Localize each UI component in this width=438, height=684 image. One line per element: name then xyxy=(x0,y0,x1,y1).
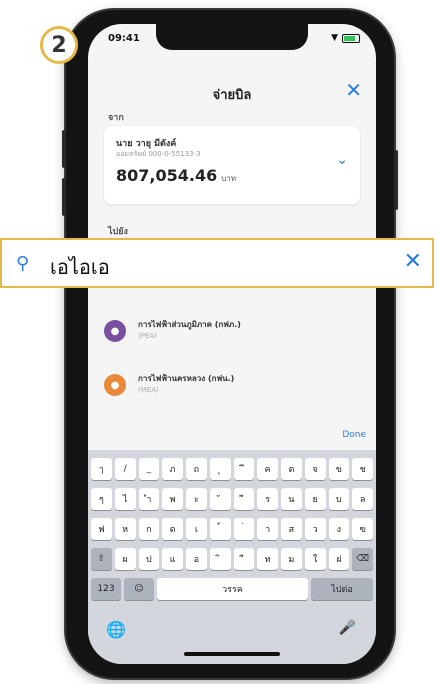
biller-code: (MEA) xyxy=(138,386,159,394)
biller-search-field[interactable]: ⚲ เอไอเอ ✕ xyxy=(0,238,434,288)
close-icon[interactable]: ✕ xyxy=(345,78,362,102)
keyboard-key[interactable]: ⌫ xyxy=(352,548,373,570)
keyboard-key[interactable]: ผ xyxy=(114,548,136,570)
keyboard-key[interactable]: ึ xyxy=(233,458,255,480)
keyboard-key[interactable]: ื xyxy=(233,548,255,570)
keyboard-key[interactable]: ฝ xyxy=(328,548,350,570)
status-time: 09:41 xyxy=(108,33,140,44)
account-balance: 807,054.46 บาท xyxy=(116,166,236,185)
keyboard-key[interactable]: ส xyxy=(281,518,302,540)
clear-search-icon[interactable]: ✕ xyxy=(404,249,422,274)
biller-item-pea[interactable]: ● การไฟฟ้าส่วนภูมิภาค (กฟภ.) (PEA) xyxy=(104,314,360,354)
keyboard-key[interactable]: ด xyxy=(162,518,183,540)
keyboard-row-bottom: 123 ☺ วรรค ไปต่อ xyxy=(91,578,373,600)
keyboard-key[interactable]: ภ xyxy=(162,458,183,480)
keyboard-key[interactable]: ี xyxy=(233,488,255,510)
microphone-icon[interactable]: 🎤 xyxy=(339,620,356,636)
home-indicator xyxy=(184,652,280,656)
volume-down-button xyxy=(62,178,66,216)
emoji-key-icon[interactable]: ☺ xyxy=(124,578,154,600)
keyboard-key[interactable]: พ xyxy=(162,488,183,510)
keyboard-key[interactable]: ฟ xyxy=(91,518,112,540)
keyboard-key[interactable]: น xyxy=(281,488,302,510)
keyboard-key[interactable]: ไ xyxy=(114,488,136,510)
from-label: จาก xyxy=(108,113,124,123)
keyboard-key[interactable]: _ xyxy=(138,458,160,480)
numbers-key[interactable]: 123 xyxy=(91,578,121,600)
keyboard-key[interactable]: ้ xyxy=(209,518,231,540)
keyboard-key[interactable]: / xyxy=(114,458,136,480)
balance-value: 807,054.46 xyxy=(116,166,218,185)
keyboard-key[interactable]: บ xyxy=(328,488,350,510)
power-button xyxy=(394,150,398,210)
balance-currency: บาท xyxy=(221,174,237,183)
status-icons: ▼ xyxy=(331,33,360,43)
globe-icon[interactable]: 🌐 xyxy=(106,620,126,639)
to-label: ไปยัง xyxy=(108,227,128,237)
keyboard-key[interactable]: ั xyxy=(209,488,231,510)
volume-up-button xyxy=(62,130,66,168)
biller-name: การไฟฟ้าส่วนภูมิภาค (กฟภ.) xyxy=(138,320,241,329)
return-key[interactable]: ไปต่อ xyxy=(311,578,373,600)
keyboard-done-button[interactable]: Done xyxy=(342,430,366,440)
chevron-down-icon[interactable]: ⌄ xyxy=(336,152,348,168)
keyboard-row-2: ๆไำพะัีรนยบล xyxy=(91,488,373,510)
biller-name: การไฟฟ้านครหลวง (กฟน.) xyxy=(138,374,235,383)
biller-code: (PEA) xyxy=(138,332,157,340)
keyboard-key[interactable]: ว xyxy=(304,518,326,540)
pea-logo-icon: ● xyxy=(104,320,126,342)
keyboard-key[interactable]: ะ xyxy=(186,488,207,510)
keyboard-key[interactable]: ห xyxy=(114,518,136,540)
keyboard-key[interactable]: ม xyxy=(281,548,302,570)
space-key[interactable]: วรรค xyxy=(157,578,308,600)
wifi-icon: ▼ xyxy=(331,33,338,43)
keyboard-key[interactable]: ุ xyxy=(209,458,231,480)
keyboard-key[interactable]: อ xyxy=(186,548,207,570)
keyboard-key[interactable]: แ xyxy=(162,548,183,570)
keyboard-key[interactable]: ป xyxy=(138,548,160,570)
account-number: ออมทรัพย์ 000-0-55133-3 xyxy=(116,150,201,158)
keyboard-key[interactable]: ใ xyxy=(304,548,326,570)
keyboard-row-3: ฟหกดเ้่าสวงฃ xyxy=(91,518,373,540)
step-number-badge: 2 xyxy=(40,26,78,64)
keyboard-key[interactable]: ล xyxy=(352,488,373,510)
search-input[interactable]: เอไอเอ xyxy=(50,251,110,283)
keyboard-key[interactable]: ๅ xyxy=(91,458,112,480)
keyboard-key[interactable]: ร xyxy=(257,488,278,510)
keyboard-key[interactable]: เ xyxy=(186,518,207,540)
biller-item-mea[interactable]: ● การไฟฟ้านครหลวง (กฟน.) (MEA) xyxy=(104,368,360,408)
search-icon: ⚲ xyxy=(16,253,30,274)
keyboard-key[interactable]: ⇧ xyxy=(91,548,112,570)
phone-screen: 09:41 ▼ จ่ายบิล ✕ จาก นาย วายุ มีตังค์ อ… xyxy=(88,24,376,664)
keyboard-key[interactable]: ท xyxy=(257,548,278,570)
keyboard-key[interactable]: ก xyxy=(138,518,160,540)
account-name: นาย วายุ มีตังค์ xyxy=(116,139,177,149)
keyboard-key[interactable]: ฃ xyxy=(352,518,373,540)
keyboard-row-1: ๅ/_ภถุึคตจขช xyxy=(91,458,373,480)
keyboard-key[interactable]: ิ xyxy=(209,548,231,570)
keyboard-key[interactable]: จ xyxy=(304,458,326,480)
mea-logo-icon: ● xyxy=(104,374,126,396)
keyboard-row-4: ⇧ผปแอิืทมใฝ⌫ xyxy=(91,548,373,570)
keyboard-key[interactable]: ๆ xyxy=(91,488,112,510)
keyboard-key[interactable]: ช xyxy=(352,458,373,480)
keyboard-key[interactable]: ง xyxy=(328,518,350,540)
keyboard-key[interactable]: ต xyxy=(281,458,302,480)
keyboard-key[interactable]: า xyxy=(257,518,278,540)
notch xyxy=(156,24,308,50)
keyboard-key[interactable]: ย xyxy=(304,488,326,510)
keyboard-key[interactable]: ำ xyxy=(138,488,160,510)
keyboard-key[interactable]: ค xyxy=(257,458,278,480)
page-title: จ่ายบิล xyxy=(212,88,252,103)
keyboard-key[interactable]: ่ xyxy=(233,518,255,540)
keyboard-key[interactable]: ถ xyxy=(186,458,207,480)
keyboard-key[interactable]: ข xyxy=(328,458,350,480)
thai-keyboard: ๅ/_ภถุึคตจขช ๆไำพะัีรนยบล ฟหกดเ้่าสวงฃ ⇧… xyxy=(88,450,376,664)
battery-icon xyxy=(342,33,360,43)
account-selector[interactable]: นาย วายุ มีตังค์ ออมทรัพย์ 000-0-55133-3… xyxy=(104,126,360,204)
